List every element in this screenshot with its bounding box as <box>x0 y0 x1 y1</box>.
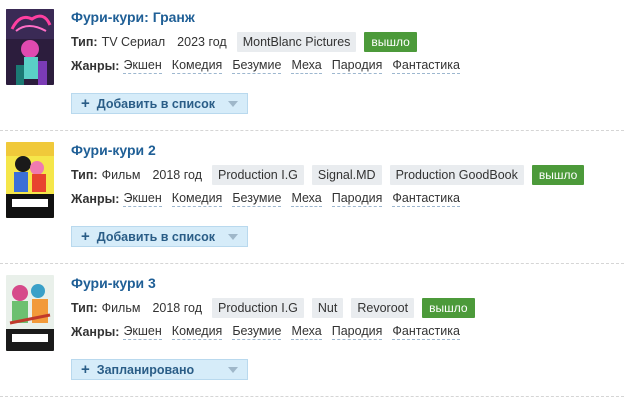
poster-image[interactable] <box>6 9 54 85</box>
chevron-down-icon[interactable] <box>228 234 238 240</box>
plus-icon: + <box>81 95 90 112</box>
genre-link[interactable]: Экшен <box>123 191 162 207</box>
divider <box>0 130 624 131</box>
year-value: 2023 год <box>177 35 227 49</box>
genres-label: Жанры: <box>71 59 120 73</box>
chevron-down-icon[interactable] <box>228 101 238 107</box>
genre-link[interactable]: Фантастика <box>392 324 460 340</box>
anime-title-link[interactable]: Фури-кури 3 <box>71 275 156 291</box>
genre-link[interactable]: Меха <box>291 324 322 340</box>
genre-link[interactable]: Экшен <box>123 324 162 340</box>
type-row: Тип: Фильм 2018 год Production I.G Signa… <box>71 164 585 186</box>
poster-image[interactable] <box>6 275 54 351</box>
genre-link[interactable]: Фантастика <box>392 58 460 74</box>
type-row: Тип: Фильм 2018 год Production I.G Nut R… <box>71 297 475 319</box>
genre-link[interactable]: Фантастика <box>392 191 460 207</box>
studio-tag[interactable]: Production I.G <box>212 165 304 185</box>
type-value: Фильм <box>101 301 141 315</box>
anime-card: Фури-кури 3 Тип: Фильм 2018 год Producti… <box>0 266 624 398</box>
genres-row: Жанры: Экшен Комедия Безумие Меха Пароди… <box>71 323 470 341</box>
type-label: Тип: <box>71 35 98 49</box>
plus-icon: + <box>81 361 90 378</box>
genre-link[interactable]: Безумие <box>232 324 282 340</box>
add-to-list-label: Добавить в список <box>96 229 215 244</box>
add-to-list-button[interactable]: + Добавить в список <box>71 93 248 114</box>
studio-tag[interactable]: Signal.MD <box>311 165 382 185</box>
anime-title-link[interactable]: Фури-кури: Гранж <box>71 9 195 25</box>
type-row: Тип: TV Сериал 2023 год MontBlanc Pictur… <box>71 31 417 53</box>
genres-label: Жанры: <box>71 192 120 206</box>
genre-link[interactable]: Комедия <box>171 191 223 207</box>
add-to-list-button[interactable]: + Добавить в список <box>71 226 248 247</box>
chevron-down-icon[interactable] <box>228 367 238 373</box>
studio-tag[interactable]: Nut <box>311 298 344 318</box>
studio-tag[interactable]: MontBlanc Pictures <box>236 32 357 52</box>
genres-row: Жанры: Экшен Комедия Безумие Меха Пароди… <box>71 57 470 75</box>
anime-title-link[interactable]: Фури-кури 2 <box>71 142 156 158</box>
genre-link[interactable]: Пародия <box>331 324 383 340</box>
year-value: 2018 год <box>152 168 202 182</box>
plus-icon: + <box>81 228 90 245</box>
type-value: TV Сериал <box>101 35 166 49</box>
genre-link[interactable]: Экшен <box>123 58 162 74</box>
anime-card: Фури-кури 2 Тип: Фильм 2018 год Producti… <box>0 133 624 265</box>
status-badge: вышло <box>422 298 475 318</box>
genre-link[interactable]: Безумие <box>232 58 282 74</box>
genre-link[interactable]: Комедия <box>171 324 223 340</box>
poster-image[interactable] <box>6 142 54 218</box>
type-label: Тип: <box>71 301 98 315</box>
divider <box>0 396 624 397</box>
genre-link[interactable]: Меха <box>291 58 322 74</box>
divider <box>0 263 624 264</box>
anime-card: Фури-кури: Гранж Тип: TV Сериал 2023 год… <box>0 0 624 132</box>
genre-link[interactable]: Меха <box>291 191 322 207</box>
status-badge: вышло <box>531 165 585 185</box>
year-value: 2018 год <box>152 301 202 315</box>
studio-tag[interactable]: Production I.G <box>212 298 304 318</box>
genres-row: Жанры: Экшен Комедия Безумие Меха Пароди… <box>71 190 470 208</box>
genre-link[interactable]: Пародия <box>331 191 383 207</box>
genres-label: Жанры: <box>71 325 120 339</box>
genre-link[interactable]: Комедия <box>171 58 223 74</box>
studio-tag[interactable]: Revoroot <box>351 298 415 318</box>
genre-link[interactable]: Пародия <box>331 58 383 74</box>
planned-list-button[interactable]: + Запланировано <box>71 359 248 380</box>
type-label: Тип: <box>71 168 98 182</box>
planned-list-label: Запланировано <box>96 362 195 377</box>
add-to-list-label: Добавить в список <box>96 96 215 111</box>
status-badge: вышло <box>364 32 417 52</box>
genre-link[interactable]: Безумие <box>232 191 282 207</box>
type-value: Фильм <box>101 168 141 182</box>
studio-tag[interactable]: Production GoodBook <box>389 165 524 185</box>
